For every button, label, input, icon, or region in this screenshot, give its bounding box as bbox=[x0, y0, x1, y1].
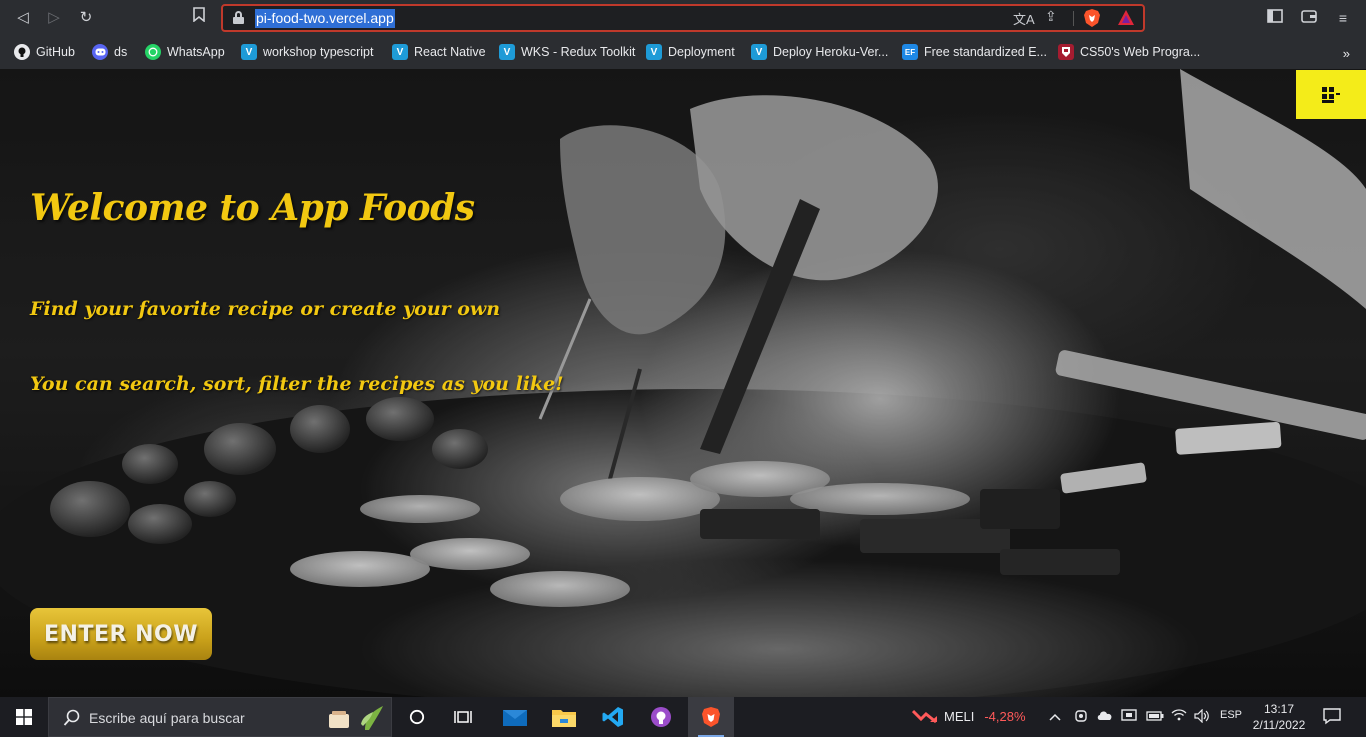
address-bar[interactable]: pi-food-two.vercel.app 文A ⇪ bbox=[221, 4, 1145, 32]
search-icon bbox=[63, 709, 80, 726]
bookmark-label: workshop typescript bbox=[263, 45, 374, 59]
bookmark-workshop-typescript[interactable]: V workshop typescript bbox=[241, 42, 373, 62]
windows-logo-icon bbox=[16, 709, 32, 725]
onedrive-icon[interactable] bbox=[1096, 709, 1114, 724]
sidebar-toggle-icon[interactable] bbox=[1265, 8, 1285, 28]
vercel-v-icon: V bbox=[241, 44, 257, 60]
bookmark-label: GitHub bbox=[36, 45, 75, 59]
ticker-change: -4,28% bbox=[984, 708, 1026, 724]
bookmark-label: React Native bbox=[414, 45, 486, 59]
browser-toolbar: ◁ ▷ ↻ pi-food-two.vercel.app 文A ⇪ ≡ bbox=[0, 0, 1366, 36]
bookmark-label: Deploy Heroku-Ver... bbox=[773, 45, 889, 59]
vscode-icon[interactable] bbox=[590, 697, 636, 737]
hero-subtitle-search: You can search, sort, filter the recipes… bbox=[30, 373, 564, 395]
monitor-icon[interactable] bbox=[1121, 709, 1137, 726]
bookmark-ds[interactable]: ds bbox=[92, 42, 127, 62]
bookmark-github[interactable]: GitHub bbox=[14, 42, 75, 62]
bookmark-label: Free standardized E... bbox=[924, 45, 1047, 59]
bookmark-icon[interactable] bbox=[188, 7, 210, 29]
vercel-v-icon: V bbox=[646, 44, 662, 60]
whatsapp-icon bbox=[145, 44, 161, 60]
clock[interactable]: 13:17 2/11/2022 bbox=[1248, 701, 1310, 733]
ef-icon: EF bbox=[902, 44, 918, 60]
translate-icon[interactable]: 文A bbox=[1013, 9, 1035, 28]
volume-icon[interactable] bbox=[1194, 708, 1210, 726]
back-icon[interactable]: ◁ bbox=[12, 7, 34, 29]
brave-rewards-icon[interactable] bbox=[1117, 9, 1135, 27]
github-desktop-icon[interactable] bbox=[638, 697, 684, 737]
bookmark-whatsapp[interactable]: WhatsApp bbox=[145, 42, 225, 62]
wifi-icon[interactable] bbox=[1171, 709, 1187, 724]
bookmark-label: Deployment bbox=[668, 45, 735, 59]
bookmark-label: WKS - Redux Toolkit bbox=[521, 45, 636, 59]
extension-logo-icon bbox=[1322, 86, 1340, 103]
github-icon bbox=[14, 44, 30, 60]
bookmark-wks-redux-toolkit[interactable]: V WKS - Redux Toolkit bbox=[499, 42, 635, 62]
bookmark-deployment[interactable]: V Deployment bbox=[646, 42, 735, 62]
camera-icon[interactable] bbox=[1074, 709, 1088, 726]
enter-now-button[interactable]: ENTER NOW bbox=[30, 608, 212, 660]
windows-start-button[interactable] bbox=[0, 697, 48, 737]
brave-browser-icon[interactable] bbox=[688, 697, 734, 737]
share-icon[interactable]: ⇪ bbox=[1045, 8, 1057, 25]
brave-shields-icon[interactable] bbox=[1083, 8, 1101, 28]
discord-icon bbox=[92, 44, 108, 60]
language-indicator[interactable]: ESP bbox=[1220, 709, 1242, 721]
menu-icon[interactable]: ≡ bbox=[1333, 8, 1353, 28]
reload-icon[interactable]: ↻ bbox=[75, 7, 97, 29]
vercel-v-icon: V bbox=[499, 44, 515, 60]
hero-title: Welcome to App Foods bbox=[30, 187, 475, 229]
search-placeholder: Escribe aquí para buscar bbox=[89, 710, 245, 726]
bookmark-label: WhatsApp bbox=[167, 45, 225, 59]
mail-icon[interactable] bbox=[492, 697, 538, 737]
separator bbox=[1073, 11, 1074, 26]
bookmarks-bar: GitHub ds WhatsApp V workshop typescript… bbox=[0, 36, 1366, 69]
bookmark-react-native[interactable]: V React Native bbox=[392, 42, 486, 62]
bookmark-cs50[interactable]: CS50's Web Progra... bbox=[1058, 42, 1200, 62]
file-explorer-icon[interactable] bbox=[541, 697, 587, 737]
lock-icon bbox=[233, 11, 244, 24]
chevron-double-right-icon[interactable]: » bbox=[1343, 46, 1350, 61]
harvard-icon bbox=[1058, 44, 1074, 60]
url-text[interactable]: pi-food-two.vercel.app bbox=[255, 9, 395, 28]
notification-icon[interactable] bbox=[1322, 707, 1344, 727]
bookmark-label: CS50's Web Progra... bbox=[1080, 45, 1201, 59]
vercel-v-icon: V bbox=[392, 44, 408, 60]
forward-icon[interactable]: ▷ bbox=[43, 7, 65, 29]
stock-ticker[interactable]: MELI -4,28% bbox=[912, 708, 1026, 724]
bookmark-deploy-heroku[interactable]: V Deploy Heroku-Ver... bbox=[751, 42, 888, 62]
task-view-icon[interactable] bbox=[440, 697, 486, 737]
extension-badge[interactable] bbox=[1296, 70, 1366, 119]
show-hidden-icons-icon[interactable] bbox=[1049, 709, 1061, 724]
cortana-icon[interactable] bbox=[394, 697, 440, 737]
taskbar-search-box[interactable]: Escribe aquí para buscar bbox=[48, 697, 392, 737]
stock-down-icon bbox=[912, 709, 937, 724]
landing-page: Welcome to App Foods Find your favorite … bbox=[0, 69, 1366, 697]
vercel-v-icon: V bbox=[751, 44, 767, 60]
clock-time: 13:17 bbox=[1263, 702, 1295, 716]
hero-subtitle-create: Find your favorite recipe or create your… bbox=[30, 298, 501, 320]
windows-taskbar: Escribe aquí para buscar MELI -4,28% ESP… bbox=[0, 697, 1366, 737]
search-highlight-icon bbox=[329, 706, 383, 730]
battery-icon[interactable] bbox=[1146, 709, 1164, 724]
bookmark-free-standardized[interactable]: EF Free standardized E... bbox=[902, 42, 1047, 62]
wallet-icon[interactable] bbox=[1299, 8, 1319, 28]
bookmark-label: ds bbox=[114, 45, 128, 59]
clock-date: 2/11/2022 bbox=[1252, 718, 1306, 732]
ticker-symbol: MELI bbox=[944, 708, 975, 724]
